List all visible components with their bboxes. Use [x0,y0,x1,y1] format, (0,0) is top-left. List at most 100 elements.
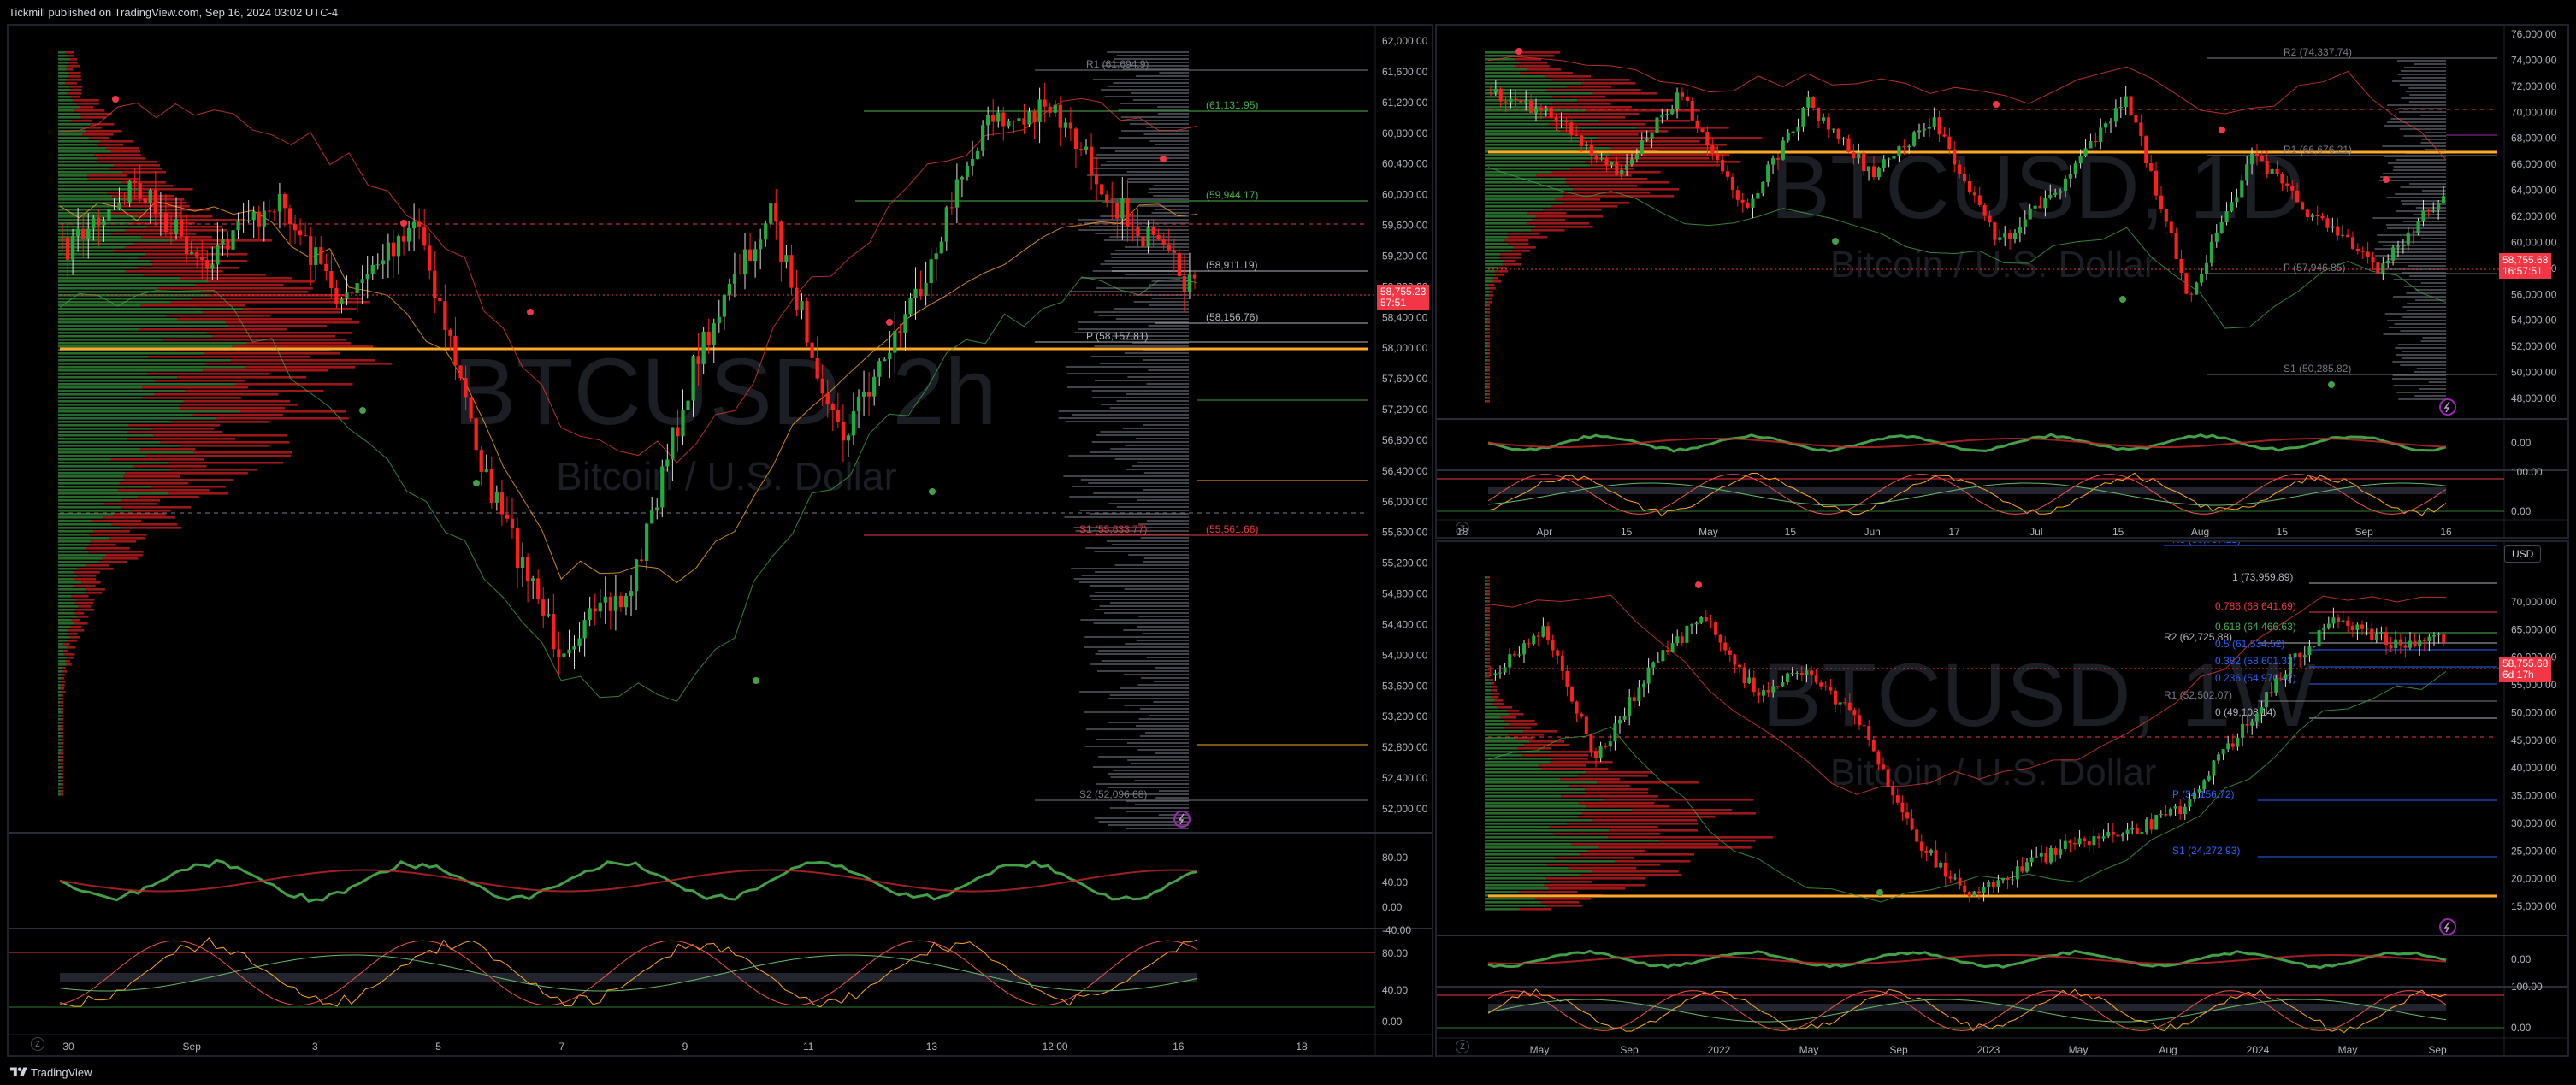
candle-body [1618,719,1622,724]
candle-body [2217,754,2220,761]
candle-body [1690,624,1693,626]
volume-profile-session [1109,807,1189,809]
volume-profile-up [1485,614,1487,616]
candle-body [1752,677,1756,693]
volume-profile-down [1486,345,1490,348]
volume-profile-session [1132,99,1189,101]
volume-profile-down [193,451,292,454]
volume-profile-up [1485,270,1495,273]
zoom-reset-button[interactable]: Z [1456,522,1469,535]
candle-body [1084,146,1089,150]
candle-body [1972,891,1976,897]
candle-body [1821,117,1826,121]
volume-profile-up [1485,359,1488,362]
volume-profile-up [58,321,226,324]
candle-body [1942,134,1947,137]
volume-profile-up [58,465,133,468]
price-axis-label: 52,800.00 [1382,741,1428,753]
zoom-reset-button[interactable]: Z [1456,1040,1469,1053]
chart-panel-1d[interactable]: BTCUSD, 1D Bitcoin / U.S. Dollar 76,000.… [1435,24,2569,539]
time-axis-label: Jun [1864,526,1880,538]
volume-profile-down [138,267,239,269]
volume-profile-up [58,605,79,608]
level-label: S2 (52,096.68) [1079,788,1147,800]
signal-dot [1993,101,2000,108]
volume-profile-up [58,219,156,221]
volume-profile-session [2409,275,2446,277]
time-axis-label: Aug [2191,526,2209,538]
price-axis-label: 60,000.00 [2511,236,2557,248]
level-label: (58,156.76) [1206,311,1258,323]
volume-profile-session [1104,612,1189,614]
volume-profile-session [1098,756,1189,758]
candle-body [1544,107,1548,111]
volume-profile-session [1066,366,1189,368]
time-axis-label: Sep [1620,1044,1639,1056]
volume-profile-down [60,701,63,704]
volume-profile-up [1485,202,1563,204]
volume-profile-session [1151,212,1189,214]
level-label: R1 (66,676.21) [2284,144,2352,156]
volume-profile-up [58,236,142,239]
candle-body [2240,180,2244,198]
volume-profile-up [1485,901,1541,904]
volume-profile-down [1487,624,1490,627]
currency-selector[interactable]: USD [2504,545,2542,563]
candle-body [1613,723,1617,742]
candle-body [406,228,411,242]
volume-profile-down [1592,92,1657,95]
volume-profile-up [1485,768,1542,770]
volume-profile-down [60,759,63,762]
candle-body [567,649,571,654]
candle-body [428,245,432,271]
volume-profile-session [1088,482,1189,484]
candle-body [851,410,856,436]
candle-body [1151,227,1155,235]
chart-panel-2h[interactable]: BTCUSD, 2h Bitcoin / U.S. Dollar 62,000.… [7,24,1433,1057]
candle-body [1866,166,1871,172]
volume-profile-session [1099,363,1189,364]
zoom-reset-button[interactable]: Z [31,1037,44,1051]
chart-canvas-1w[interactable]: 70,000.0065,000.0060,000.0055,000.0050,0… [1437,542,2569,1057]
volume-profile-up [58,783,62,786]
price-axis-label: 20,000.00 [2511,873,2557,885]
price-axis-label: 35,000.00 [2511,790,2557,802]
candle-body [1886,769,1890,787]
candle-body [1509,98,1513,103]
volume-profile-up [1485,130,1561,133]
tradingview-brand[interactable]: TradingView [31,1066,92,1079]
candle-body [2305,209,2309,218]
time-axis-label: 13 [926,1041,938,1053]
volume-profile-up [1485,710,1507,712]
volume-profile-down [1522,754,1589,757]
volume-profile-down [130,510,171,512]
candle-body [2350,237,2355,249]
candle-body [401,236,406,242]
price-axis-label: 45,000.00 [2511,734,2557,746]
chart-panel-1w[interactable]: BTCUSD, 1W Bitcoin / U.S. Dollar 70,000.… [1435,540,2569,1057]
chart-canvas-2h[interactable]: 62,000.0061,600.0061,200.0060,800.0060,4… [9,26,1433,1057]
volume-profile-session [2396,159,2446,161]
tradingview-logo-icon[interactable] [10,1065,27,1079]
candle-body [623,595,629,608]
volume-profile-up [58,588,86,591]
volume-profile-up [1485,607,1487,610]
volume-profile-up [58,595,72,598]
volume-profile-down [1527,212,1567,215]
volume-profile-down [94,154,141,156]
volume-profile-down [147,373,270,375]
candle-body [2284,674,2288,680]
volume-profile-down [1496,274,1505,276]
volume-profile-up [58,691,62,693]
chart-canvas-1d[interactable]: 76,000.0074,000.0072,000.0070,000.0068,0… [1437,26,2569,539]
candle-body [779,221,783,262]
time-axis-label: May [1699,526,1718,538]
volume-profile-up [58,763,61,765]
candle-body [1556,650,1560,656]
volume-profile-session [2393,385,2446,386]
volume-profile-up [1485,205,1551,208]
candle-body [764,223,768,240]
volume-profile-down [125,246,231,249]
volume-profile-session [2419,115,2446,116]
candle-body [2320,215,2325,219]
